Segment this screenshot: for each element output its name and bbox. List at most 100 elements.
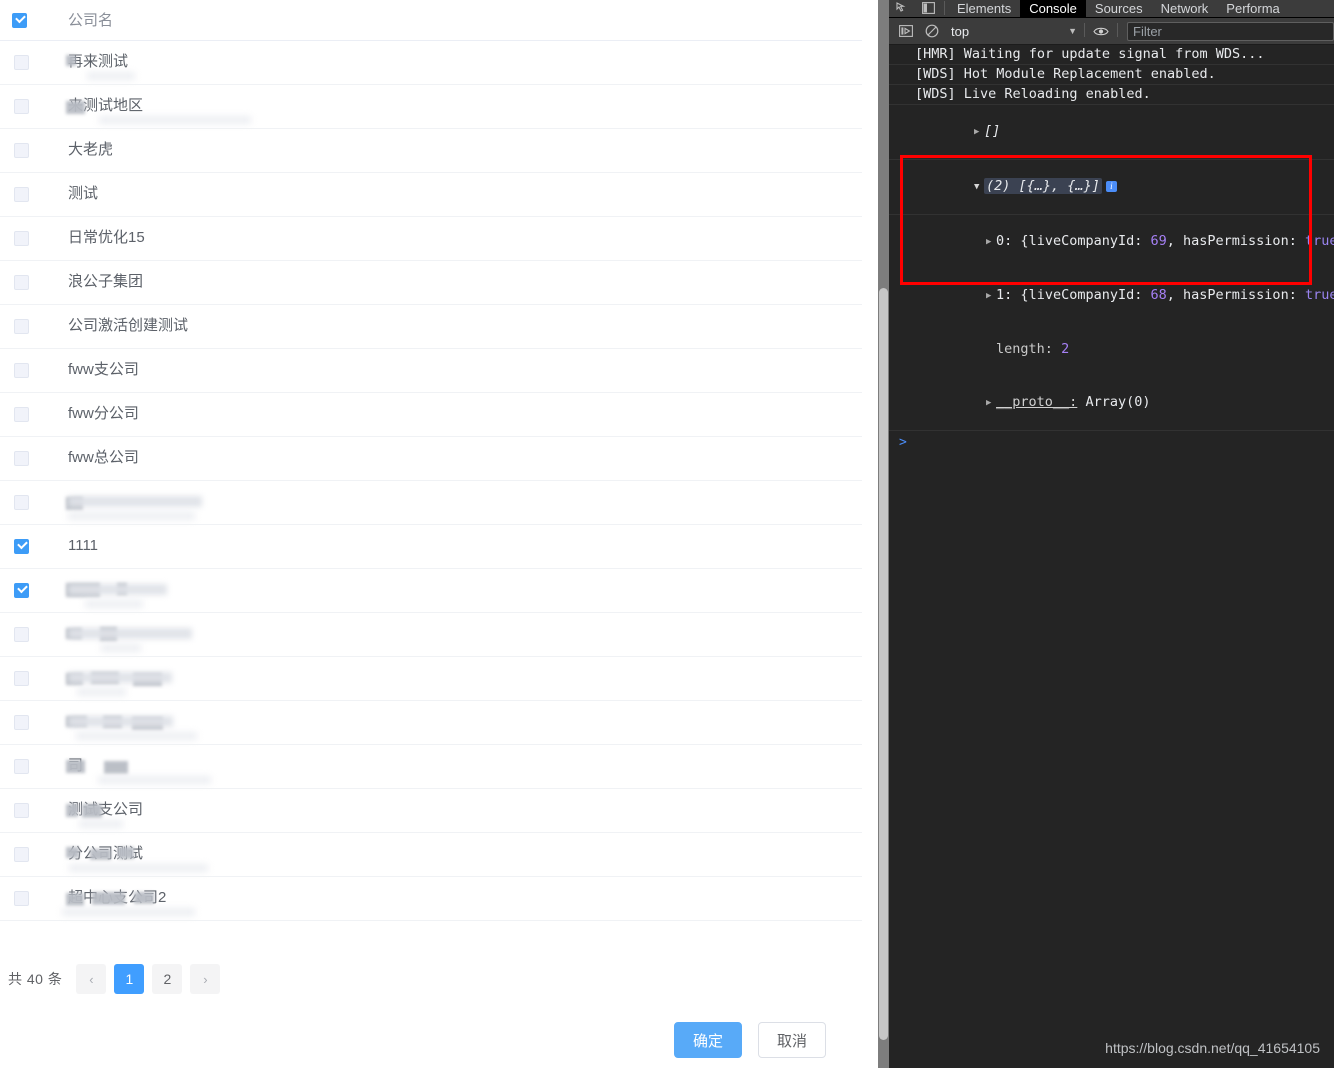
row-checkbox[interactable] [14, 627, 29, 643]
live-expression-eye-icon[interactable] [1088, 22, 1114, 40]
table-row[interactable]: 再来测试 [0, 40, 862, 85]
row-checkbox-cell [0, 700, 66, 745]
row-checkbox[interactable] [14, 583, 29, 599]
table-row[interactable]: 分公司测试 [0, 832, 862, 877]
row-checkbox[interactable] [14, 55, 29, 71]
row-checkbox[interactable] [14, 275, 29, 291]
row-checkbox[interactable] [14, 407, 29, 423]
clear-console-icon[interactable] [919, 22, 945, 40]
company-name-value: fww总公司 [68, 449, 139, 467]
tab-console[interactable]: Console [1020, 0, 1086, 17]
page-scrollbar-track[interactable] [878, 0, 889, 1068]
console-prompt-row[interactable]: > [889, 431, 1334, 453]
company-name-cell [66, 568, 862, 613]
company-name-cell: 再来测试 [66, 40, 862, 85]
pagination-total-label: 共 40 条 [8, 971, 63, 987]
row-checkbox[interactable] [14, 715, 29, 731]
row-checkbox[interactable] [14, 803, 29, 819]
console-array-entry-0[interactable]: ▶ 0: {liveCompanyId: 69, hasPermission: t… [889, 215, 1334, 269]
console-empty-array-row[interactable]: ▶[] [889, 105, 1334, 160]
company-name-value: 公司激活创建测试 [68, 317, 188, 335]
company-name-text: fww分公司 [68, 405, 139, 422]
collapse-triangle-icon[interactable]: ▼ [974, 179, 984, 196]
table-row[interactable]: 测试 [0, 172, 862, 217]
row-checkbox[interactable] [14, 891, 29, 907]
company-name-value: 日常优化15 [68, 229, 145, 247]
array-length-value: 2 [1061, 341, 1070, 357]
row-checkbox[interactable] [14, 187, 29, 203]
entry-1-id-key: liveCompanyId [1028, 287, 1135, 303]
row-checkbox-cell [0, 832, 66, 877]
expand-triangle-icon[interactable]: ▶ [986, 288, 996, 305]
table-row[interactable]: 司 [0, 744, 862, 789]
entry-1-id-value: 68 [1150, 287, 1167, 303]
devtools-panel: Elements Console Sources Network Perform… [889, 0, 1334, 1068]
info-badge-icon[interactable]: i [1105, 181, 1117, 192]
table-row[interactable]: 大老虎 [0, 128, 862, 173]
page-scrollbar-thumb[interactable] [879, 288, 888, 1040]
console-array-summary: (2) [{…}, {…}] [984, 178, 1102, 194]
row-checkbox[interactable] [14, 495, 29, 511]
row-checkbox[interactable] [14, 231, 29, 247]
row-checkbox-cell [0, 524, 66, 569]
company-name-cell [66, 612, 862, 657]
row-checkbox-cell [0, 568, 66, 613]
table-row[interactable]: fww分公司 [0, 392, 862, 437]
toolbar-divider-2 [1084, 23, 1085, 37]
console-array-entry-1[interactable]: ▶ 1: {liveCompanyId: 68, hasPermission: t… [889, 269, 1334, 323]
expand-triangle-icon[interactable]: ▶ [986, 395, 996, 412]
toggle-device-toolbar-icon[interactable] [915, 0, 941, 17]
table-row[interactable] [0, 700, 862, 745]
tab-network[interactable]: Network [1152, 0, 1218, 17]
table-row[interactable] [0, 480, 862, 525]
pagination-page-1-button[interactable]: 1 [114, 964, 145, 994]
company-name-cell [66, 700, 862, 745]
company-name-text [68, 625, 143, 642]
tab-elements[interactable]: Elements [948, 0, 1020, 17]
row-checkbox[interactable] [14, 759, 29, 775]
row-checkbox[interactable] [14, 671, 29, 687]
company-name-value: 测试支公司 [66, 801, 143, 828]
console-filter-input[interactable]: Filter [1127, 21, 1334, 41]
company-name-value: 大老虎 [68, 141, 113, 159]
expand-triangle-icon[interactable]: ▶ [986, 234, 996, 251]
table-row[interactable] [0, 568, 862, 613]
toolbar-divider [944, 1, 945, 15]
company-name-text: 来测试地区 [68, 97, 144, 114]
table-row[interactable]: fww支公司 [0, 348, 862, 393]
confirm-button[interactable]: 确定 [673, 1022, 742, 1058]
table-row[interactable]: 日常优化15 [0, 216, 862, 261]
company-name-cell: 1111 [66, 524, 862, 569]
execution-context-select[interactable]: top ▼ [951, 22, 1081, 41]
inspect-element-icon[interactable] [889, 0, 915, 17]
tab-performance[interactable]: Performa [1217, 0, 1288, 17]
table-row[interactable]: fww总公司 [0, 436, 862, 481]
company-name-cell: fww分公司 [66, 392, 862, 437]
row-checkbox[interactable] [14, 539, 29, 555]
table-row[interactable]: 超中心支公司2 [0, 876, 862, 921]
table-row[interactable] [0, 656, 862, 701]
pagination-next-button[interactable]: › [190, 964, 221, 994]
table-row[interactable]: 公司激活创建测试 [0, 304, 862, 349]
cancel-button[interactable]: 取消 [757, 1022, 826, 1058]
select-all-checkbox[interactable] [12, 12, 27, 28]
tab-sources[interactable]: Sources [1086, 0, 1152, 17]
console-array-proto-row[interactable]: ▶ __proto__: Array(0) [889, 376, 1334, 431]
pagination-page-2-button[interactable]: 2 [152, 964, 183, 994]
row-checkbox[interactable] [14, 363, 29, 379]
row-checkbox[interactable] [14, 143, 29, 159]
table-row[interactable]: 来测试地区 [0, 84, 862, 129]
company-select-dialog: 公司名 再来测试 来测试地区 大老虎 测试 日常优化15 浪公子集团 公司激活创建测试 fww… [0, 0, 862, 1058]
row-checkbox[interactable] [14, 451, 29, 467]
table-row[interactable]: 1111 [0, 524, 862, 569]
console-array-summary-row[interactable]: ▼ (2) [{…}, {…}] i [889, 160, 1334, 215]
pagination-prev-button[interactable]: ‹ [76, 964, 107, 994]
table-row[interactable] [0, 612, 862, 657]
execute-context-icon[interactable] [893, 22, 919, 40]
table-row[interactable]: 浪公子集团 [0, 260, 862, 305]
row-checkbox[interactable] [14, 847, 29, 863]
expand-triangle-icon[interactable]: ▶ [974, 124, 984, 141]
table-row[interactable]: 测试支公司 [0, 788, 862, 833]
row-checkbox[interactable] [14, 319, 29, 335]
row-checkbox[interactable] [14, 99, 29, 115]
